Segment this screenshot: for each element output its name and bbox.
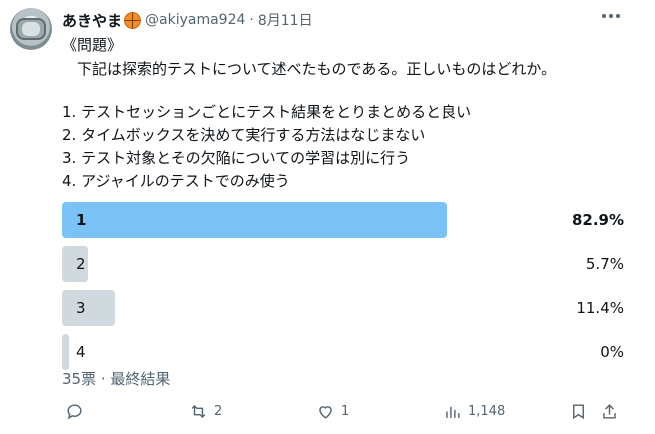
action-bar: 2 1 1,148 — [62, 402, 624, 424]
poll-bar — [62, 290, 115, 326]
tweet-line: 下記は探索的テストについて述べたものである。正しいものはどれか。 — [62, 60, 557, 78]
like-count: 1 — [341, 404, 350, 419]
poll-option: 3 11.4% — [62, 290, 624, 326]
separator: · — [249, 12, 254, 28]
poll-bar — [62, 202, 447, 238]
poll-option: 1 82.9% — [62, 202, 624, 238]
author-name[interactable]: あきやま — [62, 10, 122, 31]
reply-icon — [67, 404, 82, 420]
views-icon — [446, 406, 460, 418]
author-handle[interactable]: @akiyama924 — [145, 12, 245, 28]
view-count: 1,148 — [468, 404, 506, 419]
more-icon[interactable] — [602, 10, 624, 22]
bookmark-icon — [573, 404, 584, 420]
reply-button[interactable] — [65, 402, 90, 421]
like-button[interactable]: 1 — [316, 402, 349, 421]
tweet-line: 1. テストセッションごとにテスト結果をとりまとめると良い — [62, 103, 472, 121]
poll-option-label: 2 — [76, 255, 86, 273]
avatar[interactable] — [10, 8, 52, 50]
tweet-header: あきやま @akiyama924 · 8月11日 — [62, 10, 313, 30]
poll-meta: 35票 · 最終結果 — [62, 370, 171, 388]
poll-option: 2 5.7% — [62, 246, 624, 282]
tweet-line: 4. アジャイルのテストでのみ使う — [62, 172, 290, 190]
poll: 1 82.9% 2 5.7% 3 11.4% 4 0% — [62, 202, 624, 378]
retweet-count: 2 — [214, 404, 223, 419]
poll-option-percent: 5.7% — [585, 255, 624, 273]
poll-option-percent: 82.9% — [571, 211, 624, 229]
poll-option-percent: 0% — [600, 343, 624, 361]
tweet-line: 《問題》 — [62, 36, 123, 54]
poll-option-percent: 11.4% — [576, 299, 624, 317]
poll-option-label: 3 — [76, 299, 86, 317]
bookmark-button[interactable] — [569, 402, 588, 421]
tweet-date[interactable]: 8月11日 — [258, 10, 313, 30]
poll-option-label: 4 — [76, 343, 86, 361]
poll-option-label: 1 — [76, 211, 87, 229]
tweet-line: 3. テスト対象とその欠陥についての学習は別に行う — [62, 149, 411, 167]
tweet-line: 2. タイムボックスを決めて実行する方法はなじまない — [62, 126, 426, 144]
views-button[interactable]: 1,148 — [443, 402, 505, 421]
retweet-button[interactable]: 2 — [189, 402, 222, 421]
poll-bar — [62, 334, 69, 370]
basketball-badge-icon — [124, 11, 142, 29]
retweet-icon — [191, 404, 206, 419]
like-icon — [319, 406, 332, 419]
avatar-tire-inner — [22, 22, 40, 36]
share-button[interactable] — [600, 402, 619, 421]
poll-option: 4 0% — [62, 334, 624, 370]
share-icon — [603, 404, 616, 419]
